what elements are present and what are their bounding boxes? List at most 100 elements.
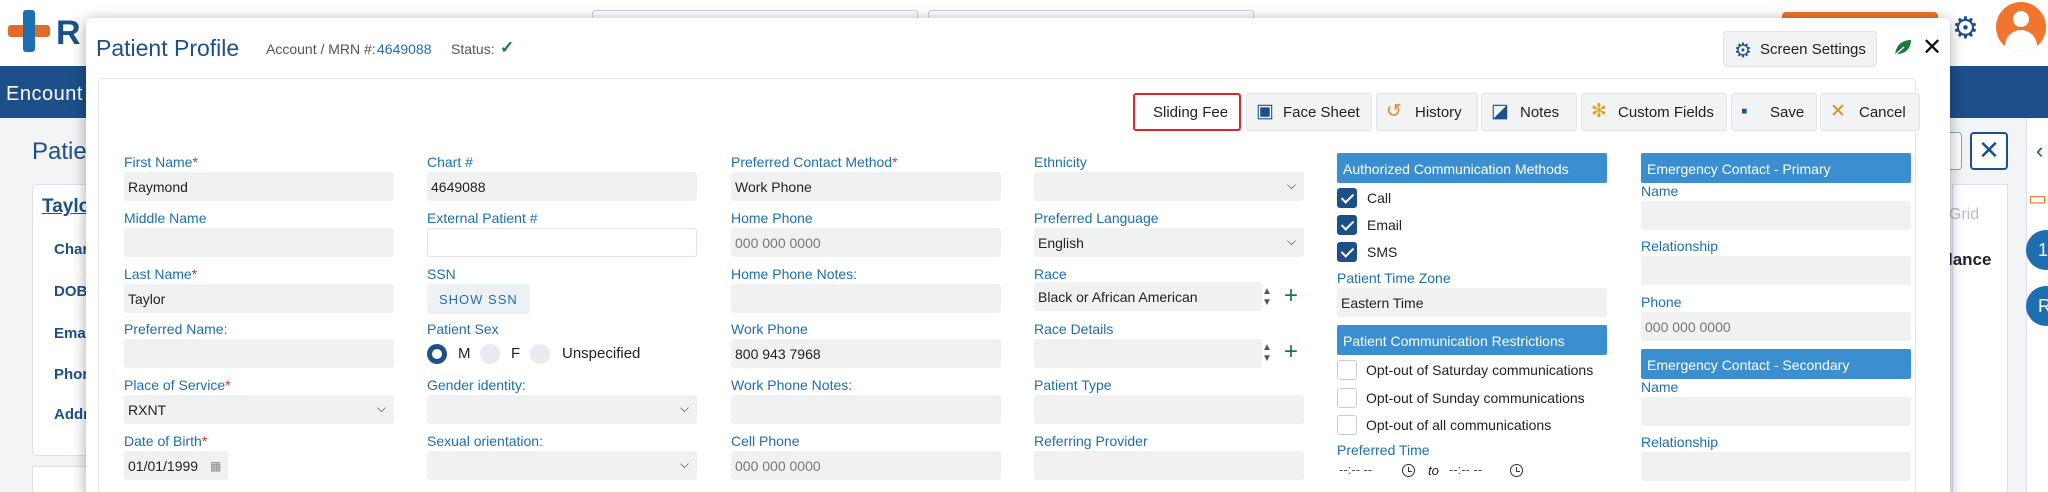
- sex-label-f: F: [511, 345, 521, 362]
- last-name-input[interactable]: Taylor: [124, 284, 394, 313]
- clock-icon[interactable]: [1510, 464, 1523, 477]
- preferred-time-label: Preferred Time: [1337, 442, 1430, 458]
- background-right-panel: [1952, 184, 2008, 492]
- preferred-contact-select[interactable]: Work Phone: [731, 172, 1001, 201]
- opt-out-saturday-label: Opt-out of Saturday communications: [1366, 362, 1594, 378]
- sex-radio-f[interactable]: [480, 344, 500, 364]
- race-label: Race: [1034, 266, 1067, 282]
- gender-identity-select[interactable]: ⌵: [427, 395, 697, 424]
- secondary-relationship-label: Relationship: [1641, 434, 1719, 450]
- referring-provider-input[interactable]: [1034, 451, 1304, 480]
- cell-phone-input[interactable]: 000 000 0000: [731, 451, 1001, 480]
- call-checkbox[interactable]: [1337, 188, 1357, 208]
- race-details-label: Race Details: [1034, 321, 1114, 337]
- chevron-down-icon: ⌵: [1286, 178, 1296, 192]
- chat-icon[interactable]: ▭: [2028, 186, 2047, 211]
- sex-radio-unspecified[interactable]: [530, 344, 550, 364]
- face-sheet-button[interactable]: ▣ Face Sheet: [1246, 93, 1372, 131]
- leaf-icon[interactable]: [1892, 36, 1914, 58]
- place-of-service-select[interactable]: RXNT ⌵: [124, 395, 394, 424]
- save-button[interactable]: ▪ Save: [1731, 93, 1817, 131]
- gear-icon: ⚙: [1734, 40, 1752, 62]
- sex-radio-m[interactable]: [427, 344, 447, 364]
- cancel-label: Cancel: [1859, 104, 1906, 121]
- patient-type-input[interactable]: [1034, 395, 1304, 424]
- home-phone-input[interactable]: 000 000 0000: [731, 228, 1001, 257]
- background-close-button[interactable]: ✕: [1970, 132, 2008, 170]
- collapse-chevron-icon[interactable]: ‹: [2036, 138, 2043, 164]
- work-phone-label: Work Phone: [731, 321, 808, 337]
- custom-fields-label: Custom Fields: [1618, 104, 1714, 121]
- show-ssn-button[interactable]: SHOW SSN: [427, 284, 530, 314]
- external-patient-input[interactable]: [427, 228, 697, 257]
- cancel-x-icon: ✕: [1830, 101, 1846, 122]
- restrictions-header: Patient Communication Restrictions: [1337, 325, 1607, 355]
- race-spinner-icon[interactable]: ▲ ▼: [1262, 286, 1272, 308]
- notes-label: Notes: [1520, 104, 1560, 121]
- history-icon: ↺: [1386, 101, 1402, 122]
- background-patient-link[interactable]: Taylo: [42, 196, 90, 218]
- background-page-title: Patie: [32, 138, 87, 165]
- preferred-language-select[interactable]: English ⌵: [1034, 228, 1304, 257]
- sms-label: SMS: [1367, 244, 1398, 260]
- sexual-orientation-select[interactable]: ⌵: [427, 451, 697, 480]
- close-icon[interactable]: ✕: [1922, 36, 1942, 60]
- sexual-orientation-label: Sexual orientation:: [427, 433, 543, 449]
- preferred-time-from-input[interactable]: --:-- --: [1339, 462, 1372, 477]
- preferred-contact-label: Preferred Contact Method*: [731, 154, 898, 170]
- secondary-name-label: Name: [1641, 379, 1679, 395]
- race-input[interactable]: Black or African American: [1034, 282, 1262, 311]
- patient-type-label: Patient Type: [1034, 377, 1112, 393]
- sms-checkbox[interactable]: [1337, 242, 1357, 262]
- preferred-time-to-label: to: [1428, 463, 1439, 478]
- chart-number-input[interactable]: 4649088: [427, 172, 697, 201]
- screen-settings-button[interactable]: ⚙ Screen Settings: [1723, 31, 1877, 67]
- first-name-input[interactable]: Raymond: [124, 172, 394, 201]
- emergency-primary-header: Emergency Contact - Primary: [1641, 153, 1911, 183]
- custom-fields-button[interactable]: ✻ Custom Fields: [1581, 93, 1727, 131]
- opt-out-all-checkbox[interactable]: [1337, 415, 1357, 435]
- work-phone-notes-input[interactable]: [731, 395, 1001, 424]
- middle-name-input[interactable]: [124, 228, 394, 257]
- add-race-details-icon[interactable]: +: [1284, 340, 1298, 364]
- primary-relationship-input[interactable]: [1641, 256, 1911, 285]
- background-card-lower: [32, 466, 88, 492]
- nav-item-encounters[interactable]: Encount: [6, 83, 83, 106]
- secondary-relationship-input[interactable]: [1641, 452, 1911, 481]
- face-sheet-label: Face Sheet: [1283, 104, 1360, 121]
- preferred-name-label: Preferred Name:: [124, 321, 228, 337]
- add-race-icon[interactable]: +: [1284, 284, 1298, 308]
- secondary-name-input[interactable]: [1641, 397, 1911, 426]
- background-label-address: Addr: [54, 406, 89, 423]
- user-avatar[interactable]: [1996, 2, 2046, 52]
- opt-out-sunday-checkbox[interactable]: [1337, 388, 1357, 408]
- race-details-input[interactable]: [1034, 339, 1262, 368]
- history-button[interactable]: ↺ History: [1376, 93, 1478, 131]
- email-checkbox[interactable]: [1337, 215, 1357, 235]
- time-zone-select[interactable]: Eastern Time: [1337, 288, 1607, 317]
- primary-name-input[interactable]: [1641, 201, 1911, 230]
- primary-phone-label: Phone: [1641, 294, 1682, 310]
- race-details-spinner-icon[interactable]: ▲ ▼: [1262, 342, 1272, 364]
- preferred-name-input[interactable]: [124, 339, 394, 368]
- calendar-icon[interactable]: ▦: [210, 459, 221, 473]
- settings-gear-icon[interactable]: ⚙: [1952, 12, 1979, 46]
- clock-icon[interactable]: [1402, 464, 1415, 477]
- home-phone-notes-input[interactable]: [731, 284, 1001, 313]
- sliding-fee-button[interactable]: Sliding Fee: [1133, 93, 1241, 131]
- work-phone-input[interactable]: 800 943 7968: [731, 339, 1001, 368]
- date-of-birth-input[interactable]: 01/01/1999 ▦: [124, 451, 228, 480]
- ethnicity-label: Ethnicity: [1034, 154, 1087, 170]
- cancel-button[interactable]: ✕ Cancel: [1820, 93, 1920, 131]
- place-of-service-label: Place of Service*: [124, 377, 231, 393]
- primary-name-label: Name: [1641, 183, 1679, 199]
- primary-phone-input[interactable]: 000 000 0000: [1641, 312, 1911, 341]
- home-phone-label: Home Phone: [731, 210, 813, 226]
- chevron-down-icon: ⌵: [679, 401, 689, 415]
- account-value: 4649088: [377, 41, 432, 57]
- notes-button[interactable]: ◪ Notes: [1481, 93, 1577, 131]
- preferred-time-to-input[interactable]: --:-- --: [1449, 462, 1482, 477]
- ethnicity-select[interactable]: ⌵: [1034, 172, 1304, 201]
- opt-out-saturday-checkbox[interactable]: [1337, 360, 1357, 380]
- app-logo-icon[interactable]: [8, 10, 50, 52]
